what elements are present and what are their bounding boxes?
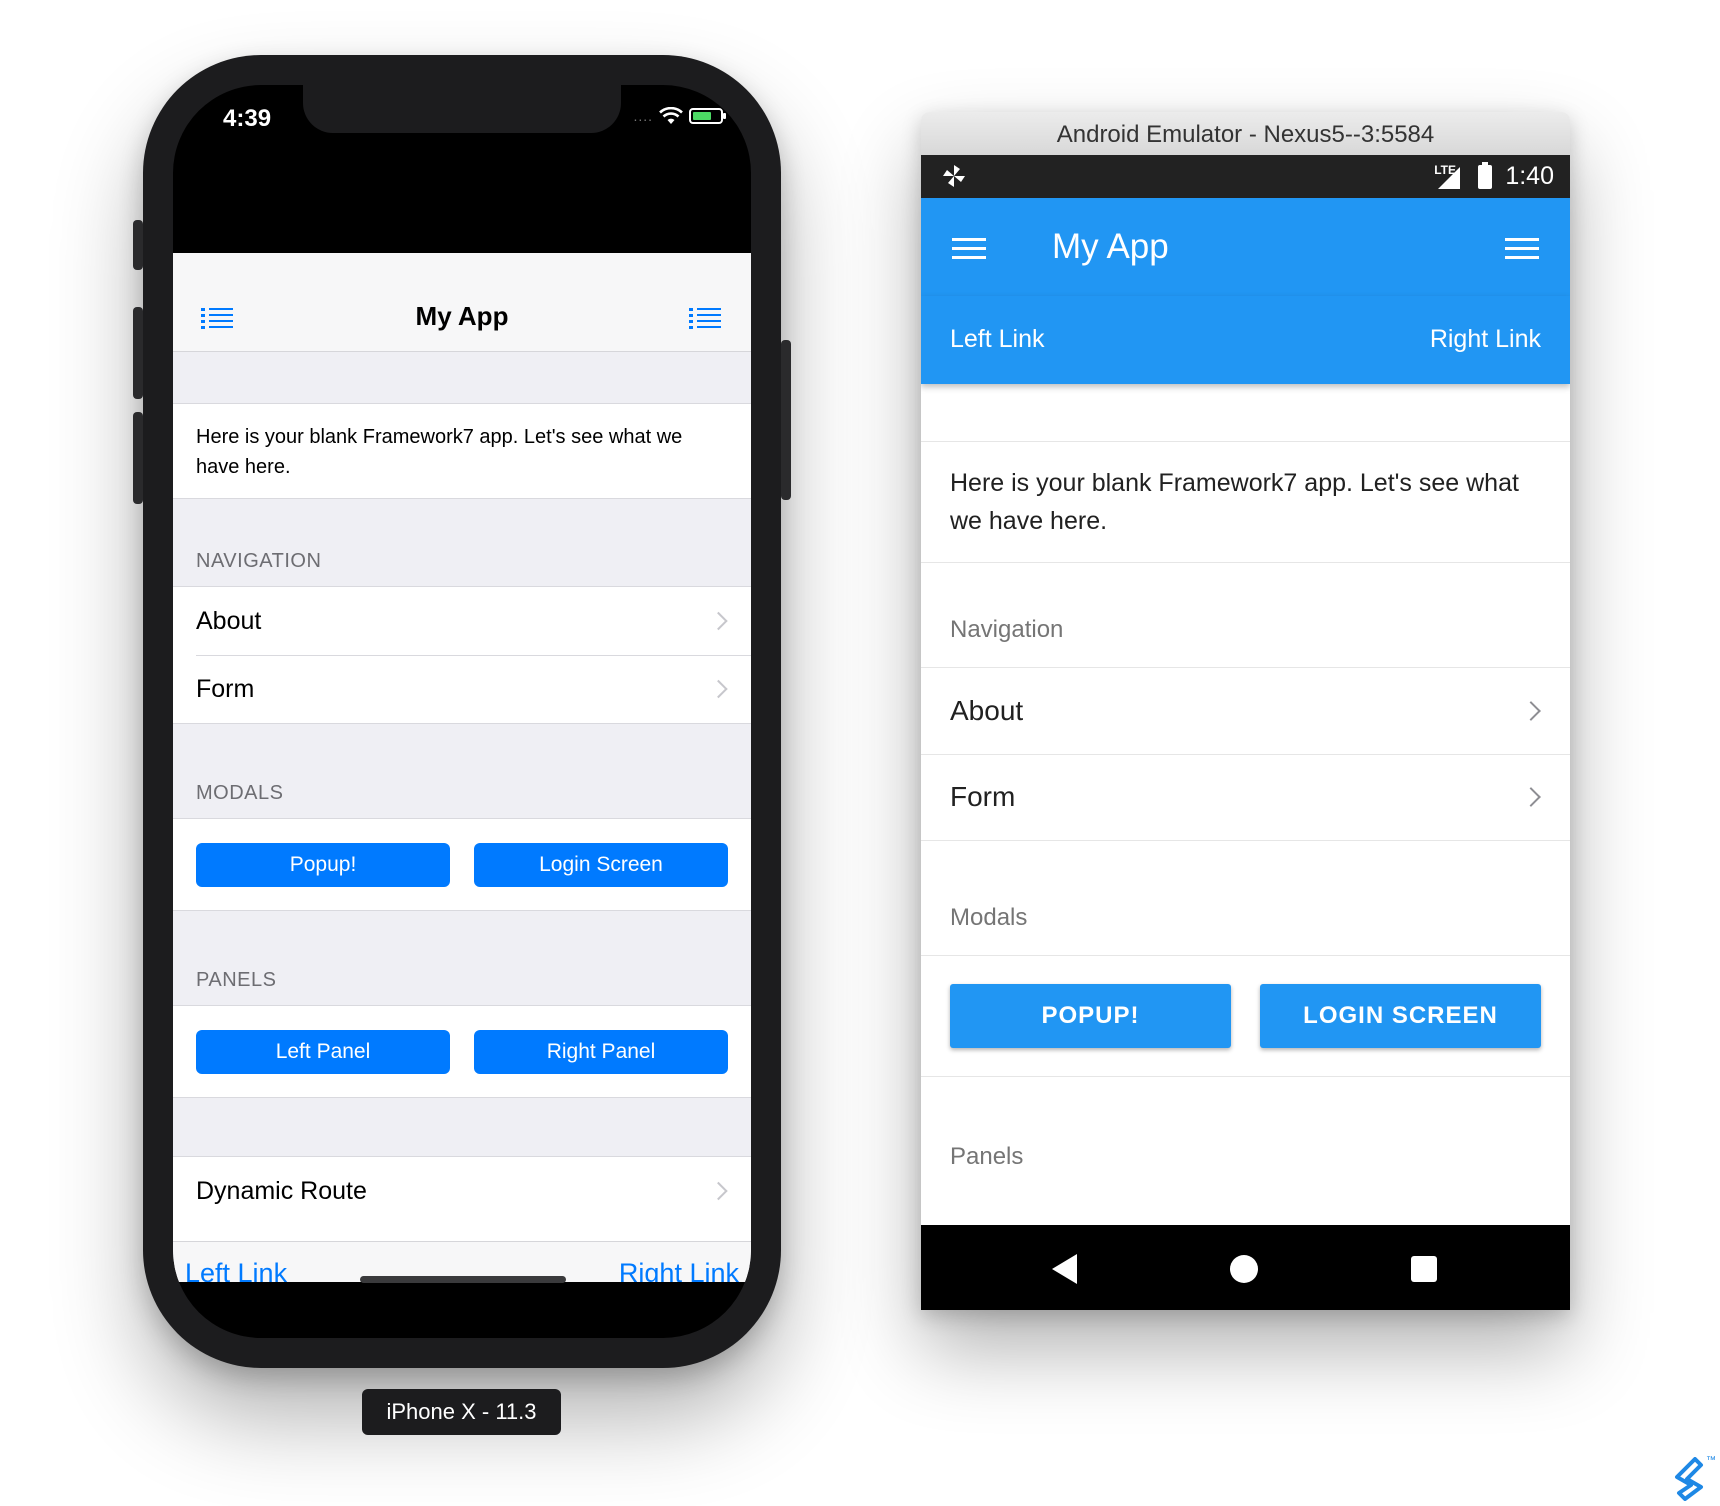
- section-title-modals: MODALS: [196, 782, 284, 804]
- login-screen-button[interactable]: LOGIN SCREEN: [1260, 984, 1541, 1048]
- modals-block: POPUP! LOGIN SCREEN: [921, 955, 1570, 1077]
- right-panel-button[interactable]: Right Panel: [474, 1029, 728, 1074]
- toptal-logo-icon: [1675, 1457, 1703, 1501]
- home-indicator[interactable]: [360, 1276, 566, 1283]
- intro-block: Here is your blank Framework7 app. Let's…: [173, 403, 751, 499]
- list-item-about[interactable]: About: [921, 668, 1570, 754]
- status-time: 4:39: [223, 105, 272, 132]
- page-title: My App: [1052, 227, 1169, 266]
- section-title-panels: PANELS: [196, 969, 277, 991]
- dynamic-route-list: Dynamic Route: [173, 1156, 751, 1246]
- list-item-label: Dynamic Route: [196, 1176, 367, 1205]
- toolbar-right-link[interactable]: Right Link: [619, 1258, 739, 1282]
- android-navbar: My App: [921, 198, 1570, 296]
- chevron-right-icon: [709, 1181, 728, 1201]
- notch: [303, 85, 621, 133]
- toolbar-right-link[interactable]: Right Link: [1430, 325, 1541, 354]
- volume-up-button: [133, 307, 143, 399]
- trademark-icon: ™: [1706, 1455, 1716, 1466]
- home-icon[interactable]: [1230, 1255, 1258, 1283]
- left-panel-button[interactable]: Left Panel: [196, 1029, 450, 1074]
- recent-apps-icon[interactable]: [1411, 1256, 1437, 1282]
- modals-block: Popup! Login Screen: [173, 818, 751, 911]
- list-item-form[interactable]: Form: [921, 754, 1570, 840]
- android-nav-bar: [921, 1225, 1570, 1310]
- intro-text: Here is your blank Framework7 app. Let's…: [196, 426, 683, 478]
- section-title-navigation: NAVIGATION: [196, 550, 322, 572]
- iphone-device-frame: 4:39 .... My App Here is your blank Fram…: [133, 55, 791, 1368]
- device-label: iPhone X - 11.3: [362, 1389, 561, 1435]
- power-button: [781, 340, 791, 500]
- popup-button[interactable]: POPUP!: [950, 984, 1231, 1048]
- popup-button[interactable]: Popup!: [196, 842, 450, 887]
- wifi-icon: [659, 107, 683, 124]
- list-item-label: Form: [196, 674, 255, 703]
- chevron-right-icon: [709, 679, 728, 699]
- signal-icon: [1438, 167, 1460, 189]
- chevron-right-icon: [1521, 787, 1541, 807]
- ios-navbar: My App: [173, 253, 751, 352]
- list-item-about[interactable]: About: [173, 587, 751, 655]
- signal-dots-icon: ....: [633, 108, 653, 124]
- notification-pinwheel-icon: [943, 165, 965, 187]
- android-toolbar: Left Link Right Link: [921, 296, 1570, 384]
- list-item-label: About: [950, 695, 1024, 726]
- mute-switch: [133, 220, 143, 270]
- right-list-icon[interactable]: [689, 307, 721, 329]
- section-title-panels: Panels: [950, 1143, 1024, 1170]
- battery-icon: [1478, 162, 1492, 189]
- intro-block: Here is your blank Framework7 app. Let's…: [921, 441, 1570, 563]
- status-icons: ....: [633, 107, 726, 125]
- back-icon[interactable]: [1052, 1254, 1077, 1284]
- status-time: 1:40: [1505, 162, 1554, 190]
- android-app-view: My App Left Link Right Link Here is your…: [921, 198, 1570, 1225]
- chevron-right-icon: [1521, 701, 1541, 721]
- right-menu-icon[interactable]: [1505, 238, 1539, 260]
- navigation-list: About Form: [173, 586, 751, 724]
- panels-block: Left Panel Right Panel: [173, 1005, 751, 1098]
- chevron-right-icon: [709, 611, 728, 631]
- intro-text: Here is your blank Framework7 app. Let's…: [950, 469, 1519, 535]
- list-item-label: Form: [950, 781, 1016, 812]
- android-status-bar: LTE 1:40: [921, 155, 1570, 198]
- navigation-list: About Form: [921, 667, 1570, 841]
- list-item-dynamic-route[interactable]: Dynamic Route: [173, 1157, 751, 1225]
- section-title-navigation: Navigation: [950, 616, 1064, 643]
- page-title: My App: [415, 301, 509, 331]
- emulator-title-bar: Android Emulator - Nexus5--3:5584: [921, 112, 1570, 156]
- toolbar-left-link[interactable]: Left Link: [950, 325, 1045, 354]
- left-menu-icon[interactable]: [952, 238, 986, 260]
- android-emulator-window: Android Emulator - Nexus5--3:5584 LTE 1:…: [921, 112, 1570, 1310]
- iphone-screen: 4:39 .... My App Here is your blank Fram…: [173, 85, 751, 1338]
- list-item-form[interactable]: Form: [173, 655, 751, 723]
- section-title-modals: Modals: [950, 904, 1028, 931]
- toolbar-left-link[interactable]: Left Link: [185, 1258, 287, 1282]
- list-item-label: About: [196, 606, 262, 635]
- ios-app-view: My App Here is your blank Framework7 app…: [173, 253, 751, 1282]
- login-screen-button[interactable]: Login Screen: [474, 842, 728, 887]
- volume-down-button: [133, 412, 143, 504]
- battery-charging-icon: [689, 108, 726, 124]
